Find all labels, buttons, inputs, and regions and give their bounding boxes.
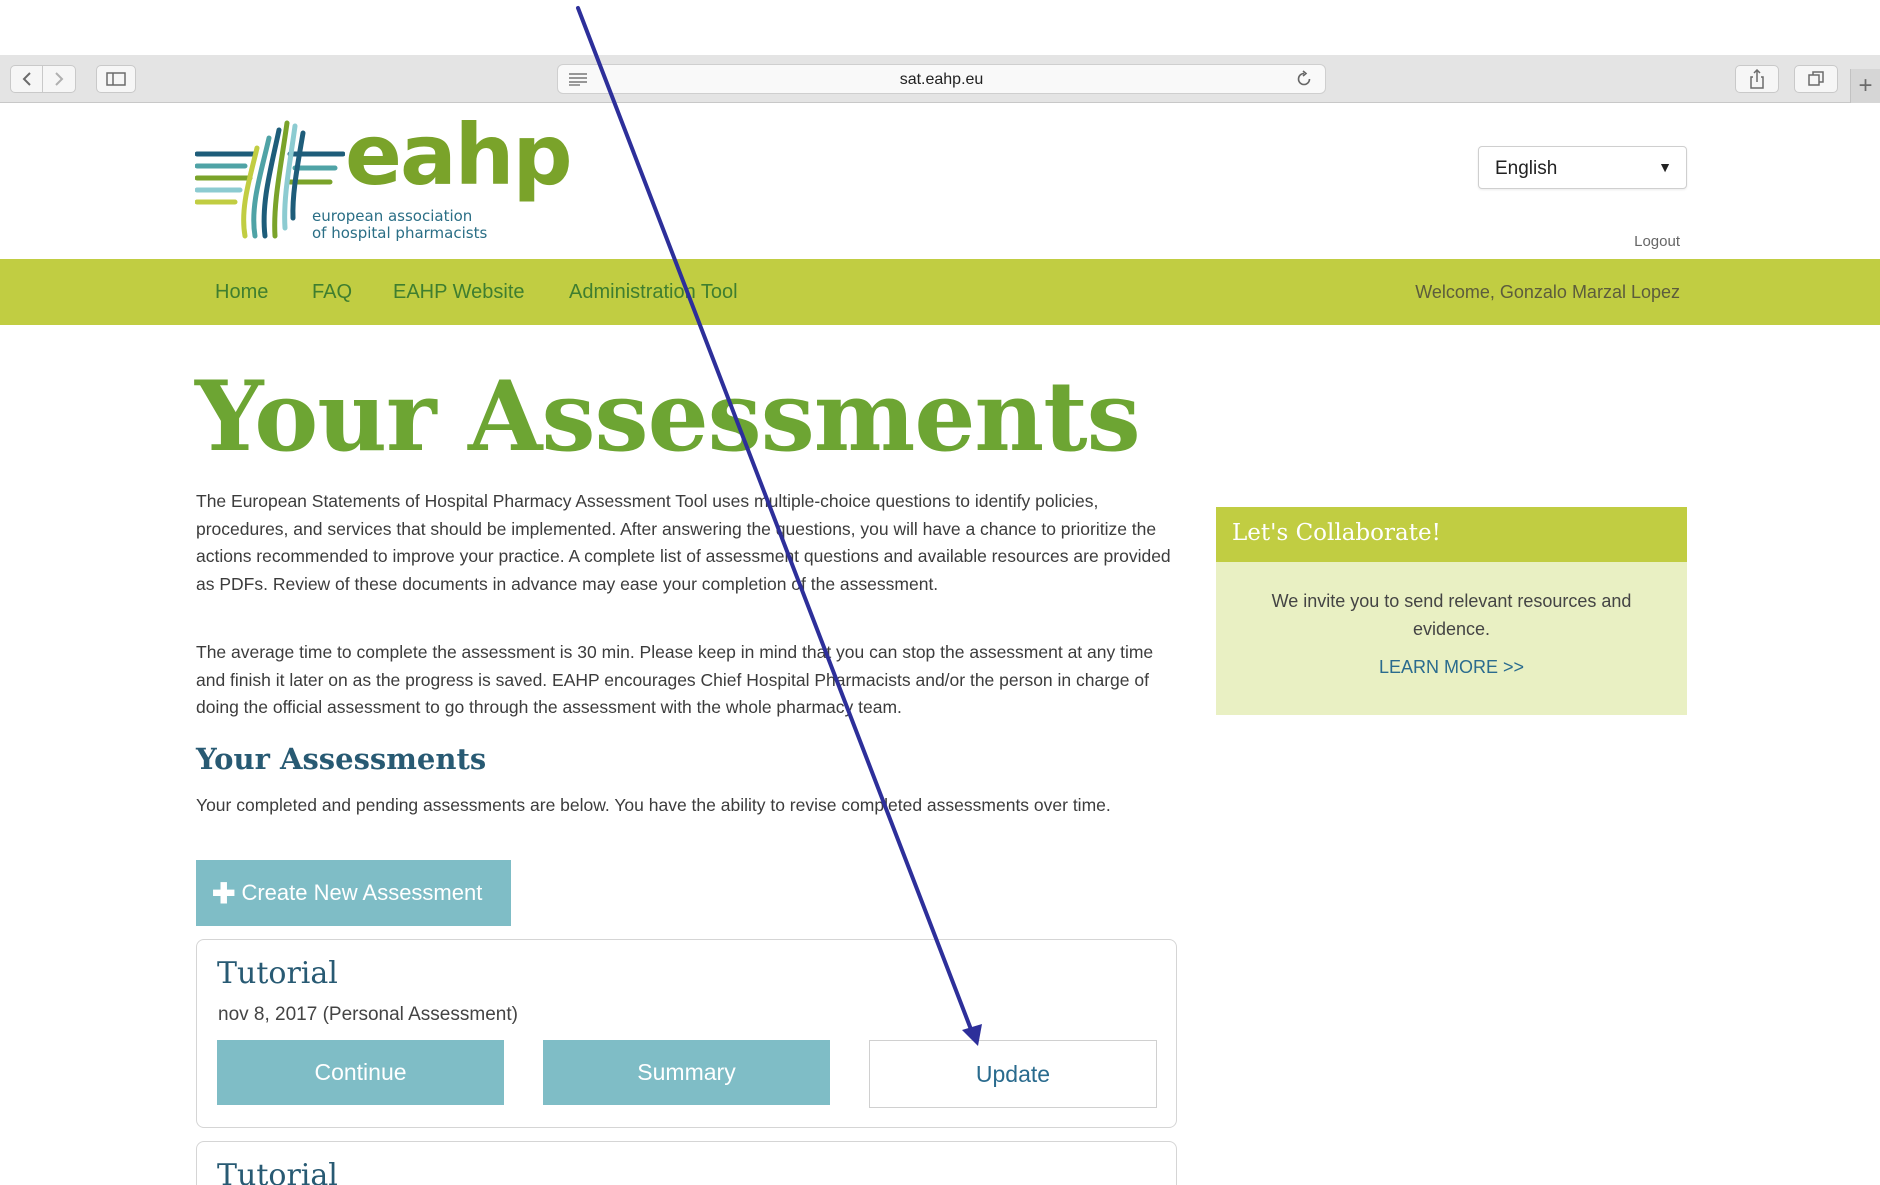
address-bar[interactable]: sat.eahp.eu bbox=[557, 64, 1326, 94]
language-selected-value: English bbox=[1495, 158, 1558, 179]
create-button-label: Create New Assessment bbox=[241, 880, 483, 905]
plus-icon: ✚ bbox=[212, 877, 236, 909]
nav-faq[interactable]: FAQ bbox=[312, 281, 352, 304]
main-nav: Home FAQ EAHP Website Administration Too… bbox=[0, 259, 1880, 325]
language-select[interactable]: English ▼ bbox=[1478, 146, 1687, 189]
caret-down-icon: ▼ bbox=[1658, 159, 1672, 175]
browser-toolbar: sat.eahp.eu + bbox=[0, 55, 1880, 103]
tabs-overview-button[interactable] bbox=[1794, 65, 1838, 93]
nav-eahp-website[interactable]: EAHP Website bbox=[393, 281, 525, 304]
page-title: Your Assessments bbox=[195, 360, 1141, 473]
continue-button[interactable]: Continue bbox=[217, 1040, 504, 1105]
time-paragraph: The average time to complete the assessm… bbox=[196, 642, 1154, 717]
nav-administration-tool[interactable]: Administration Tool bbox=[569, 281, 738, 304]
reload-icon[interactable] bbox=[1295, 70, 1313, 88]
logo-tagline-line-2: of hospital pharmacists bbox=[312, 224, 488, 242]
assessment-card: Tutorial nov 8, 2017 (Personal Assessmen… bbox=[196, 939, 1177, 1128]
share-button[interactable] bbox=[1735, 65, 1779, 93]
section-title: Your Assessments bbox=[196, 742, 487, 776]
sidebar-icon bbox=[106, 72, 126, 86]
welcome-message: Welcome, Gonzalo Marzal Lopez bbox=[1415, 282, 1680, 302]
page: sat.eahp.eu + eahp european association … bbox=[0, 0, 1880, 1185]
learn-more-link[interactable]: LEARN MORE >> bbox=[1216, 657, 1687, 678]
update-button[interactable]: Update bbox=[869, 1040, 1157, 1108]
plus-icon: + bbox=[1858, 72, 1873, 99]
logo-tagline-line-1: european association bbox=[312, 207, 473, 225]
url-text: sat.eahp.eu bbox=[899, 71, 984, 88]
tabs-icon bbox=[1808, 71, 1824, 86]
sidebar-toggle-button[interactable] bbox=[96, 65, 136, 93]
summary-button[interactable]: Summary bbox=[543, 1040, 830, 1105]
back-button[interactable] bbox=[10, 65, 43, 93]
eahp-logo[interactable]: eahp european association of hospital ph… bbox=[195, 106, 573, 243]
logout-link[interactable]: Logout bbox=[1600, 233, 1680, 250]
create-new-assessment-button[interactable]: ✚ Create New Assessment bbox=[196, 860, 511, 926]
share-icon bbox=[1750, 69, 1764, 89]
collaborate-panel: Let's Collaborate! We invite you to send… bbox=[1216, 507, 1687, 715]
assessment-title: Tutorial bbox=[217, 956, 338, 991]
collaborate-title: Let's Collaborate! bbox=[1232, 520, 1441, 546]
assessment-title: Tutorial bbox=[217, 1158, 338, 1185]
chevron-left-icon bbox=[22, 72, 31, 86]
nav-home[interactable]: Home bbox=[215, 281, 268, 304]
history-nav bbox=[10, 65, 76, 93]
section-description: Your completed and pending assessments a… bbox=[196, 795, 1111, 815]
assessment-date: nov 8, 2017 (Personal Assessment) bbox=[218, 1004, 518, 1025]
intro-paragraph: The European Statements of Hospital Phar… bbox=[196, 491, 1171, 594]
collaborate-header: Let's Collaborate! bbox=[1216, 507, 1687, 562]
assessment-card: Tutorial bbox=[196, 1141, 1177, 1185]
forward-button[interactable] bbox=[43, 65, 76, 93]
new-tab-button[interactable]: + bbox=[1850, 69, 1880, 103]
chevron-right-icon bbox=[55, 72, 64, 86]
collaborate-text: We invite you to send relevant resources… bbox=[1271, 591, 1632, 639]
logo-wordmark: eahp bbox=[345, 106, 573, 204]
